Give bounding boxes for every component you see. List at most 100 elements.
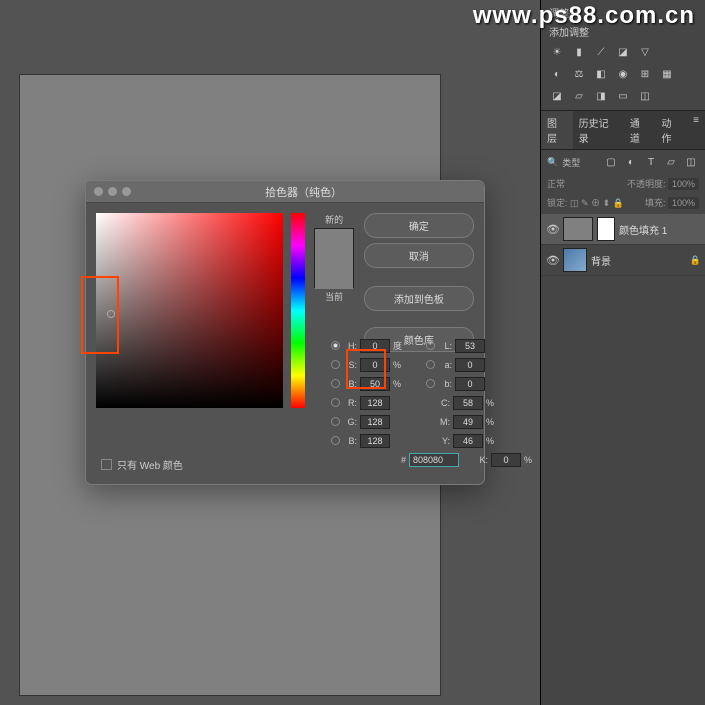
a-input[interactable]	[455, 358, 485, 372]
k-input[interactable]	[491, 453, 521, 467]
channel-mixer-icon[interactable]: ⊞	[637, 66, 653, 82]
watermark-text: www.ps88.com.cn	[473, 2, 695, 30]
add-swatch-button[interactable]: 添加到色板	[364, 286, 474, 311]
filter-type-icon[interactable]: T	[643, 154, 659, 170]
k-label: K:	[474, 455, 488, 465]
selective-icon[interactable]: ◫	[637, 88, 653, 104]
threshold-icon[interactable]: ◨	[593, 88, 609, 104]
layer-row[interactable]: 👁 背景 🔒	[541, 245, 705, 276]
bb-radio[interactable]	[426, 379, 435, 388]
layer-name[interactable]: 颜色填充 1	[619, 222, 701, 237]
close-icon[interactable]	[94, 187, 103, 196]
dialog-title: 拾色器（纯色）	[131, 184, 476, 200]
invert-icon[interactable]: ◪	[549, 88, 565, 104]
panel-menu-icon[interactable]: ≡	[687, 111, 705, 149]
bl-radio[interactable]	[331, 436, 340, 445]
ok-button[interactable]: 确定	[364, 213, 474, 238]
visibility-icon[interactable]: 👁	[545, 252, 561, 268]
layer-mask-thumb[interactable]	[597, 217, 615, 241]
b-input[interactable]	[360, 377, 390, 391]
y-label: Y:	[436, 436, 450, 446]
lookup-icon[interactable]: ▦	[659, 66, 675, 82]
zoom-icon[interactable]	[122, 187, 131, 196]
y-unit: %	[486, 436, 498, 446]
lock-label: 锁定:	[547, 198, 568, 208]
minimize-icon[interactable]	[108, 187, 117, 196]
opacity-value[interactable]: 100%	[668, 178, 699, 190]
b-label: B:	[343, 379, 357, 389]
filter-type-label: 类型	[562, 156, 580, 169]
h-input[interactable]	[360, 339, 390, 353]
filter-pixel-icon[interactable]: ▢	[603, 154, 619, 170]
hue-icon[interactable]: ◐	[549, 66, 565, 82]
s-input[interactable]	[360, 358, 390, 372]
h-radio[interactable]	[331, 341, 340, 350]
l-radio[interactable]	[426, 341, 435, 350]
m-label: M:	[436, 417, 450, 427]
visibility-icon[interactable]: 👁	[545, 221, 561, 237]
web-only-checkbox[interactable]	[101, 459, 112, 470]
g-radio[interactable]	[331, 417, 340, 426]
layer-thumb[interactable]	[563, 217, 593, 241]
color-cursor[interactable]	[107, 310, 115, 318]
curves-icon[interactable]: ⟋	[593, 44, 609, 60]
brightness-icon[interactable]: ☀	[549, 44, 565, 60]
vibrance-icon[interactable]: ▽	[637, 44, 653, 60]
y-input[interactable]	[453, 434, 483, 448]
current-label: 当前	[325, 290, 343, 303]
layer-thumb[interactable]	[563, 248, 587, 272]
r-radio[interactable]	[331, 398, 340, 407]
m-input[interactable]	[453, 415, 483, 429]
color-field[interactable]	[96, 213, 283, 408]
filter-adjust-icon[interactable]: ◐	[623, 154, 639, 170]
m-unit: %	[486, 417, 498, 427]
c-input[interactable]	[453, 396, 483, 410]
filter-icon[interactable]: 🔍	[547, 157, 558, 168]
bl-label: B:	[343, 436, 357, 446]
blend-mode[interactable]: 正常	[547, 177, 565, 190]
exposure-icon[interactable]: ◪	[615, 44, 631, 60]
lock-icons[interactable]: ◫ ✎ ⊕ ⬍ 🔒	[570, 198, 624, 208]
c-unit: %	[486, 398, 498, 408]
lock-icon: 🔒	[690, 255, 701, 266]
new-label: 新的	[325, 213, 343, 226]
photo-filter-icon[interactable]: ◉	[615, 66, 631, 82]
hue-slider[interactable]	[291, 213, 304, 408]
b-radio[interactable]	[331, 379, 340, 388]
gradient-map-icon[interactable]: ▭	[615, 88, 631, 104]
h-unit: 度	[393, 339, 405, 352]
a-radio[interactable]	[426, 360, 435, 369]
tab-history[interactable]: 历史记录	[573, 111, 624, 149]
hex-prefix: #	[401, 455, 406, 465]
filter-shape-icon[interactable]: ▱	[663, 154, 679, 170]
h-label: H:	[343, 341, 357, 351]
bl-input[interactable]	[360, 434, 390, 448]
g-input[interactable]	[360, 415, 390, 429]
levels-icon[interactable]: ▮	[571, 44, 587, 60]
panel-tabs: 图层 历史记录 通道 动作 ≡	[541, 110, 705, 150]
hex-input[interactable]	[409, 453, 459, 467]
current-color-swatch[interactable]	[315, 259, 353, 289]
k-unit: %	[524, 455, 536, 465]
balance-icon[interactable]: ⚖	[571, 66, 587, 82]
fill-value[interactable]: 100%	[668, 197, 699, 209]
tab-channels[interactable]: 通道	[624, 111, 656, 149]
web-only-label: 只有 Web 颜色	[117, 457, 183, 472]
layer-row[interactable]: 👁 颜色填充 1	[541, 214, 705, 245]
tab-actions[interactable]: 动作	[656, 111, 688, 149]
b-unit: %	[393, 379, 405, 389]
s-radio[interactable]	[331, 360, 340, 369]
s-label: S:	[343, 360, 357, 370]
layer-name[interactable]: 背景	[591, 253, 690, 268]
r-label: R:	[343, 398, 357, 408]
bw-icon[interactable]: ◧	[593, 66, 609, 82]
filter-smart-icon[interactable]: ◫	[683, 154, 699, 170]
r-input[interactable]	[360, 396, 390, 410]
cancel-button[interactable]: 取消	[364, 243, 474, 268]
bb-input[interactable]	[455, 377, 485, 391]
l-input[interactable]	[455, 339, 485, 353]
posterize-icon[interactable]: ▱	[571, 88, 587, 104]
new-color-swatch	[315, 229, 353, 259]
tab-layers[interactable]: 图层	[541, 111, 573, 149]
dialog-titlebar[interactable]: 拾色器（纯色）	[86, 181, 484, 203]
